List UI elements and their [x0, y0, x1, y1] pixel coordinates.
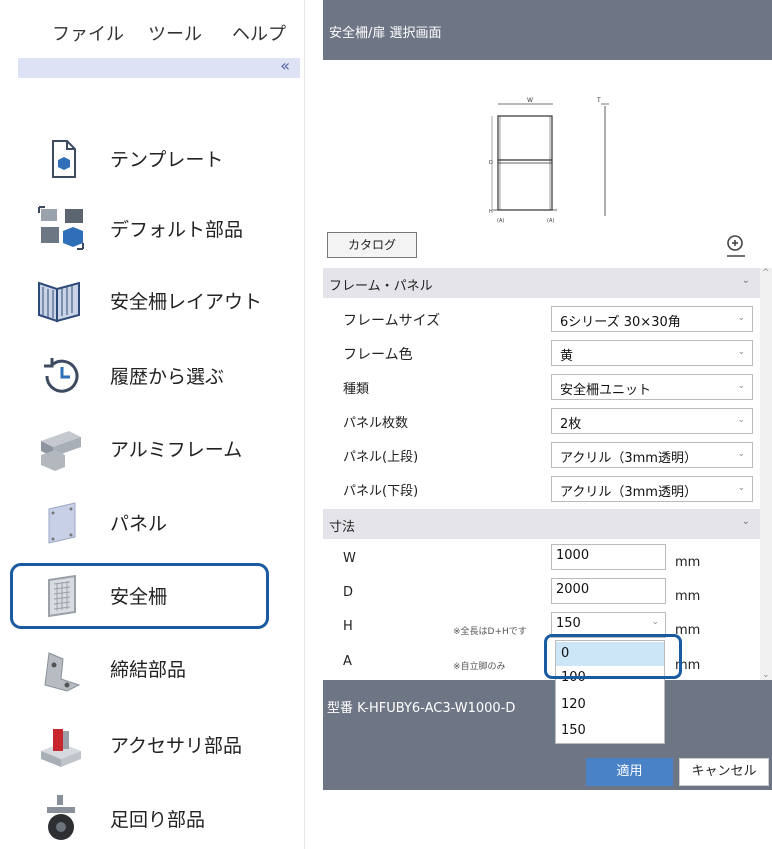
depth-label: D [343, 585, 354, 600]
type-select[interactable]: 安全柵ユニット ⌄ [551, 374, 753, 400]
menu-bar: ファイル ツール ヘルプ [0, 20, 305, 50]
safety-fence-layout-icon [38, 281, 80, 323]
default-parts-icon [38, 206, 84, 250]
aluminum-frame-icon [41, 431, 81, 471]
panel-lower-select[interactable]: アクリル（3mm透明） ⌄ [551, 476, 753, 502]
section-title: 寸法 [329, 520, 356, 535]
a-label: A [343, 654, 352, 669]
depth-input[interactable]: 2000 [551, 578, 666, 604]
panel-icon [48, 502, 76, 544]
preview-t-label: T [596, 97, 601, 104]
catalog-button[interactable]: カタログ [327, 232, 417, 258]
panel-lower-label: パネル(下段) [343, 484, 419, 499]
menu-help[interactable]: ヘルプ [232, 20, 286, 46]
dialog-footer: 型番 K-HFUBY6-AC3-W1000-D 適用 キャンセル [323, 680, 772, 790]
type-value: 安全柵ユニット [560, 383, 652, 398]
frame-color-value: 黄 [560, 349, 574, 364]
dialog-title-bar: 安全柵/扉 選択画面 [323, 0, 772, 60]
preview-a-right-label: (A) [547, 218, 554, 224]
collapse-bar[interactable]: « [18, 56, 300, 78]
section-dimensions[interactable]: 寸法 ⌄ [323, 509, 760, 539]
nav-item-fastener[interactable]: 締結部品 [15, 640, 265, 698]
nav-item-label: パネル [110, 513, 168, 535]
width-input[interactable]: 1000 [551, 544, 666, 570]
height-label: H [343, 619, 353, 634]
caster-icon [47, 795, 75, 840]
panel-upper-value: アクリル（3mm透明） [560, 451, 697, 466]
model-number: 型番 K-HFUBY6-AC3-W1000-D [327, 701, 516, 716]
history-icon [44, 358, 79, 393]
collapse-icon[interactable]: « [280, 56, 290, 75]
section-title: フレーム・パネル [329, 279, 433, 294]
chevron-down-icon: ⌄ [651, 617, 659, 627]
panel-count-value: 2枚 [560, 417, 582, 432]
dialog-title: 安全柵/扉 選択画面 [329, 26, 442, 41]
panel-count-select[interactable]: 2枚 ⌄ [551, 408, 753, 434]
template-icon [52, 140, 76, 178]
preview-d-label: D [489, 160, 493, 166]
nav-item-label: 安全柵レイアウト [110, 291, 263, 313]
nav-item-accessory[interactable]: アクセサリ部品 [15, 716, 265, 774]
nav-item-history[interactable]: 履歴から選ぶ [15, 347, 265, 405]
nav-item-aluminum-frame[interactable]: アルミフレーム [15, 420, 265, 478]
chevron-down-icon: ⌄ [737, 347, 745, 357]
frame-color-select[interactable]: 黄 ⌄ [551, 340, 753, 366]
nav-item-label: アルミフレーム [110, 439, 243, 461]
nav-item-panel[interactable]: パネル [15, 494, 265, 552]
panel-upper-label: パネル(上段) [343, 450, 419, 465]
chevron-down-icon: ⌄ [737, 313, 745, 323]
depth-unit: mm [675, 589, 701, 604]
chevron-down-icon: ⌄ [741, 516, 750, 527]
nav-item-label: 履歴から選ぶ [110, 366, 225, 388]
preview-a-left-label: (A) [497, 218, 504, 224]
scroll-up-icon[interactable]: ^ [762, 268, 770, 278]
panel-count-label: パネル枚数 [343, 416, 409, 431]
nav-item-safety-fence-layout[interactable]: 安全柵レイアウト [15, 272, 265, 330]
frame-size-label: フレームサイズ [343, 313, 441, 329]
cancel-button[interactable]: キャンセル [679, 758, 769, 786]
width-unit: mm [675, 555, 701, 570]
properties-scrollbar[interactable]: ^ ⌄ [760, 268, 772, 680]
width-label: W [343, 551, 356, 566]
nav-item-label: テンプレート [110, 149, 224, 171]
nav-item-label: デフォルト部品 [110, 219, 244, 241]
height-note: ※全長はD+Hです [453, 627, 527, 637]
preview-w-label: W [527, 97, 533, 104]
menu-file[interactable]: ファイル [52, 20, 124, 46]
dropdown-selection-highlight [544, 634, 682, 679]
section-frame-panel[interactable]: フレーム・パネル ⌄ [323, 268, 760, 298]
chevron-down-icon: ⌄ [741, 275, 750, 286]
fastener-icon [44, 652, 81, 692]
type-label: 種類 [343, 382, 370, 397]
nav-item-label: 足回り部品 [110, 809, 206, 831]
preview-h-label: H [489, 209, 493, 215]
nav-item-default-parts[interactable]: デフォルト部品 [15, 200, 265, 258]
frame-size-select[interactable]: 6シリーズ 30×30角 ⌄ [551, 306, 753, 332]
zoom-in-icon[interactable] [723, 232, 749, 260]
accessory-icon [41, 729, 81, 767]
height-value: 150 [556, 616, 581, 631]
chevron-down-icon: ⌄ [737, 415, 745, 425]
chevron-down-icon: ⌄ [737, 483, 745, 493]
chevron-down-icon: ⌄ [737, 449, 745, 459]
properties-panel: フレーム・パネル ⌄ フレームサイズ 6シリーズ 30×30角 ⌄ フレーム色 … [323, 268, 772, 680]
fence-preview-diagram: W T D H (A) (A) [489, 97, 609, 224]
panel-lower-value: アクリル（3mm透明） [560, 485, 697, 500]
menu-tools[interactable]: ツール [148, 20, 202, 46]
scroll-down-icon[interactable]: ⌄ [762, 670, 770, 680]
apply-button[interactable]: 適用 [586, 758, 673, 786]
nav-item-caster[interactable]: 足回り部品 [15, 790, 265, 848]
a-note: ※自立脚のみ [453, 662, 506, 672]
nav-selection-highlight [10, 563, 269, 629]
frame-color-label: フレーム色 [343, 347, 413, 363]
nav-item-template[interactable]: テンプレート [15, 130, 265, 188]
chevron-down-icon: ⌄ [737, 381, 745, 391]
dropdown-option[interactable]: 120 [556, 693, 664, 717]
left-panel: ファイル ツール ヘルプ « テンプレート デフォルト部品 安全柵レイアウト 履… [0, 0, 305, 849]
frame-size-value: 6シリーズ 30×30角 [560, 315, 681, 330]
panel-upper-select[interactable]: アクリル（3mm透明） ⌄ [551, 442, 753, 468]
nav-item-label: アクセサリ部品 [110, 735, 243, 757]
dropdown-option[interactable]: 150 [556, 719, 664, 743]
nav-item-label: 締結部品 [110, 659, 187, 681]
